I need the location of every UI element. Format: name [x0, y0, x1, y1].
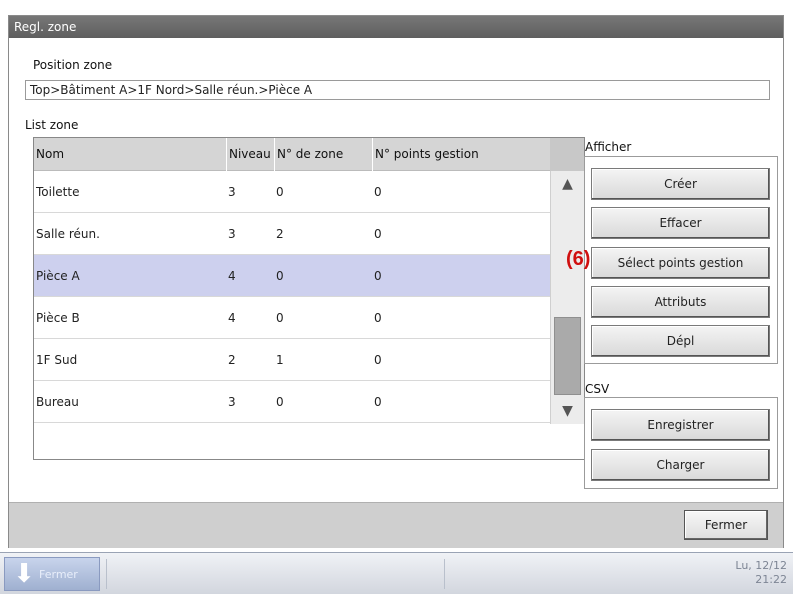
clock-date: Lu, 12/12	[735, 559, 787, 572]
dialog-footer	[9, 502, 783, 548]
column-header-points[interactable]: N° points gestion	[372, 138, 550, 171]
column-header-zone-no[interactable]: N° de zone	[274, 138, 372, 171]
csv-label: CSV	[585, 382, 610, 396]
taskbar-clock: Lu, 12/12 21:22	[735, 559, 787, 587]
zone-number-cell: 2	[276, 227, 284, 241]
position-zone-label: Position zone	[33, 58, 113, 72]
select-points-button[interactable]: Sélect points gestion	[591, 247, 770, 279]
table-row[interactable]: Bureau 3 0 0	[34, 381, 550, 423]
zone-number-cell: 0	[276, 185, 284, 199]
table-row[interactable]: 1F Sud 2 1 0	[34, 339, 550, 381]
zone-level-cell: 4	[228, 269, 236, 283]
zone-level-cell: 3	[228, 395, 236, 409]
table-header: Nom Niveau N° de zone N° points gestion	[34, 138, 550, 171]
zone-name-cell: Pièce A	[36, 269, 80, 283]
afficher-label: Afficher	[585, 140, 632, 154]
create-button[interactable]: Créer	[591, 168, 770, 200]
scroll-up-icon[interactable]: ▲	[551, 173, 584, 195]
position-zone-path: Top>Bâtiment A>1F Nord>Salle réun.>Pièce…	[25, 80, 770, 100]
zone-number-cell: 0	[276, 395, 284, 409]
table-row[interactable]: Toilette 3 0 0	[34, 171, 550, 213]
csv-group: Enregistrer Charger	[584, 397, 778, 489]
move-button[interactable]: Dépl	[591, 325, 770, 357]
table-row[interactable]: Pièce B 4 0 0	[34, 297, 550, 339]
points-count-cell: 0	[374, 353, 382, 367]
zone-level-cell: 2	[228, 353, 236, 367]
taskbar-close-button[interactable]: ⬇ Fermer	[4, 557, 100, 591]
taskbar-divider	[444, 559, 445, 589]
scrollbar-thumb[interactable]	[554, 317, 581, 395]
points-count-cell: 0	[374, 395, 382, 409]
zone-table: Nom Niveau N° de zone N° points gestion …	[33, 137, 585, 460]
close-button[interactable]: Fermer	[684, 510, 768, 540]
zone-number-cell: 0	[276, 311, 284, 325]
points-count-cell: 0	[374, 269, 382, 283]
down-arrow-icon: ⬇	[13, 559, 35, 589]
zone-name-cell: Toilette	[36, 185, 80, 199]
zone-name-cell: Salle réun.	[36, 227, 100, 241]
taskbar-divider	[106, 559, 107, 589]
callout-annotation: (6)	[566, 248, 591, 270]
table-row[interactable]: Pièce A 4 0 0	[34, 255, 550, 297]
load-csv-button[interactable]: Charger	[591, 449, 770, 481]
points-count-cell: 0	[374, 227, 382, 241]
clock-time: 21:22	[755, 573, 787, 586]
list-zone-label: List zone	[25, 118, 79, 132]
taskbar-close-label: Fermer	[39, 568, 78, 581]
vertical-scrollbar[interactable]: ▲ ▼	[550, 171, 584, 424]
scroll-down-icon[interactable]: ▼	[551, 400, 584, 422]
taskbar: ⬇ Fermer Lu, 12/12 21:22	[0, 552, 793, 594]
afficher-group: Créer Effacer Sélect points gestion Attr…	[584, 156, 778, 364]
scrollbar-header-cap	[550, 138, 584, 171]
zone-settings-window: Regl. zone Position zone Top>Bâtiment A>…	[8, 15, 784, 548]
points-count-cell: 0	[374, 185, 382, 199]
save-csv-button[interactable]: Enregistrer	[591, 409, 770, 441]
column-header-level[interactable]: Niveau	[226, 138, 274, 171]
table-row[interactable]: Salle réun. 3 2 0	[34, 213, 550, 255]
zone-number-cell: 1	[276, 353, 284, 367]
zone-level-cell: 3	[228, 227, 236, 241]
window-title: Regl. zone	[9, 16, 783, 38]
attributes-button[interactable]: Attributs	[591, 286, 770, 318]
delete-button[interactable]: Effacer	[591, 207, 770, 239]
zone-name-cell: Pièce B	[36, 311, 80, 325]
zone-name-cell: Bureau	[36, 395, 79, 409]
zone-name-cell: 1F Sud	[36, 353, 78, 367]
column-header-name[interactable]: Nom	[34, 138, 226, 171]
points-count-cell: 0	[374, 311, 382, 325]
zone-level-cell: 3	[228, 185, 236, 199]
zone-number-cell: 0	[276, 269, 284, 283]
zone-level-cell: 4	[228, 311, 236, 325]
